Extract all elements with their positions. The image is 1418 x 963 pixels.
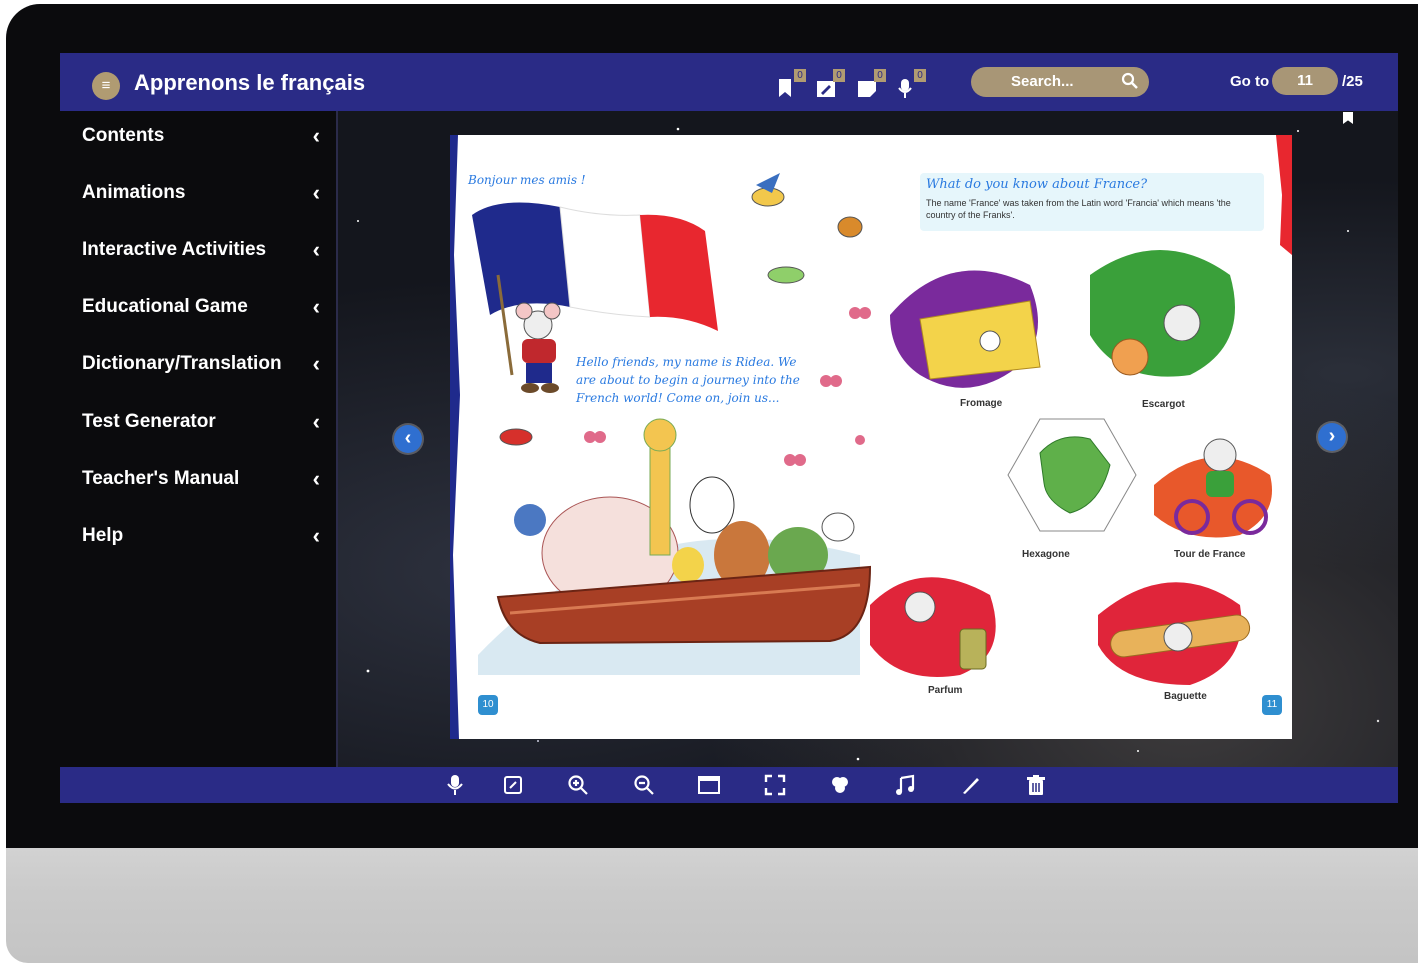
sidebar-item-educational-game[interactable]: Educational Game ‹	[82, 292, 320, 322]
mouse-character-illustration	[515, 302, 561, 393]
hexagone-map-illustration	[1007, 418, 1137, 532]
info-title: What do you know about France?	[926, 177, 1148, 192]
caption-baguette: Baguette	[1164, 691, 1207, 702]
search-placeholder: Search...	[1011, 73, 1074, 90]
bookmark-count: 0	[794, 69, 806, 82]
chevron-left-icon: ‹	[312, 351, 320, 376]
caption-tour-de-france: Tour de France	[1174, 549, 1246, 560]
app-screen: ≡ Apprenons le français 0 0 0 0 Search..…	[60, 53, 1398, 803]
sidebar-item-label: Teacher's Manual	[82, 468, 240, 489]
sidebar-item-teachers-manual[interactable]: Teacher's Manual ‹	[82, 464, 320, 494]
info-text: The name 'France' was taken from the Lat…	[926, 198, 1231, 220]
top-bar: ≡ Apprenons le français 0 0 0 0 Search..…	[60, 53, 1398, 111]
sidebar-item-label: Contents	[82, 125, 165, 146]
zoom-out-icon[interactable]	[633, 774, 655, 796]
zoom-in-icon[interactable]	[567, 774, 589, 796]
french-flag-illustration	[472, 202, 718, 376]
bookmark-icon	[779, 79, 791, 97]
sidebar: Contents ‹ Animations ‹ Interactive Acti…	[60, 111, 338, 767]
fullscreen-icon[interactable]	[764, 774, 786, 796]
baguette-illustration	[1098, 582, 1251, 685]
pencil-note-count: 0	[833, 69, 845, 82]
pencil-note-tool[interactable]: 0	[815, 69, 845, 99]
info-box: What do you know about France? The name …	[920, 173, 1264, 231]
microphone-icon	[898, 79, 912, 98]
caption-fromage: Fromage	[960, 398, 1003, 409]
right-page-number: 11	[1262, 695, 1282, 715]
color-palette-icon[interactable]	[829, 774, 851, 796]
chevron-left-icon: ‹	[312, 523, 320, 548]
trash-icon[interactable]	[1025, 774, 1047, 796]
left-page-edge	[450, 135, 460, 739]
page-number-input[interactable]: 11	[1272, 67, 1338, 95]
bottom-toolbar	[60, 767, 1398, 803]
sidebar-item-label: Animations	[82, 182, 186, 203]
sticky-note-tool[interactable]: 0	[856, 69, 886, 99]
tour-de-france-illustration	[1154, 438, 1272, 538]
boat-illustration	[478, 418, 872, 675]
app-title: Apprenons le français	[134, 70, 366, 95]
goto-label: Go to	[1230, 73, 1270, 90]
caption-hexagone: Hexagone	[1022, 549, 1070, 560]
chevron-left-icon: ‹	[312, 123, 320, 148]
sidebar-item-contents[interactable]: Contents ‹	[82, 121, 320, 151]
voice-note-count: 0	[914, 69, 926, 82]
total-pages: /25	[1342, 73, 1363, 90]
chevron-left-icon: ‹	[312, 466, 320, 491]
left-page-number: 10	[478, 695, 498, 715]
search-input[interactable]: Search...	[971, 67, 1149, 97]
caption-escargot: Escargot	[1142, 399, 1185, 410]
microphone-icon[interactable]	[444, 774, 466, 796]
chevron-left-icon: ‹	[312, 409, 320, 434]
sidebar-item-label: Test Generator	[82, 411, 216, 432]
fromage-illustration	[890, 270, 1041, 388]
parfum-illustration	[870, 577, 996, 677]
monitor-stand	[6, 848, 1418, 963]
bookmark-tool[interactable]: 0	[776, 69, 806, 99]
chevron-left-icon: ‹	[312, 180, 320, 205]
chevron-left-icon: ‹	[312, 294, 320, 319]
intro-text: Hello friends, my name is Ridea. We are …	[576, 355, 800, 405]
sticky-note-count: 0	[874, 69, 886, 82]
sidebar-item-interactive-activities[interactable]: Interactive Activities ‹	[82, 235, 320, 265]
sidebar-item-test-generator[interactable]: Test Generator ‹	[82, 407, 320, 437]
pen-icon[interactable]	[960, 774, 982, 796]
sidebar-item-label: Help	[82, 525, 124, 546]
sidebar-item-animations[interactable]: Animations ‹	[82, 178, 320, 208]
search-icon[interactable]	[1121, 72, 1139, 90]
previous-page-button[interactable]: ‹	[394, 425, 422, 453]
sidebar-item-help[interactable]: Help ‹	[82, 521, 320, 551]
sidebar-item-label: Interactive Activities	[82, 239, 267, 260]
voice-note-tool[interactable]: 0	[896, 69, 926, 99]
sidebar-item-label: Educational Game	[82, 296, 248, 317]
next-page-button[interactable]: ›	[1318, 423, 1346, 451]
caption-parfum: Parfum	[928, 685, 963, 696]
sidebar-item-dictionary[interactable]: Dictionary/Translation ‹	[82, 349, 320, 379]
edit-icon[interactable]	[502, 774, 524, 796]
book-spread: Bonjour mes amis ! Hello friends, my nam…	[450, 135, 1292, 739]
chevron-left-icon: ‹	[312, 237, 320, 262]
sidebar-item-label: Dictionary/Translation	[82, 353, 282, 374]
greeting-text: Bonjour mes amis !	[468, 173, 586, 187]
escargot-illustration	[1090, 250, 1235, 377]
music-note-icon[interactable]	[894, 774, 916, 796]
right-page-edge	[1276, 135, 1292, 255]
window-icon[interactable]	[698, 774, 720, 796]
hamburger-icon[interactable]: ≡	[92, 72, 120, 100]
